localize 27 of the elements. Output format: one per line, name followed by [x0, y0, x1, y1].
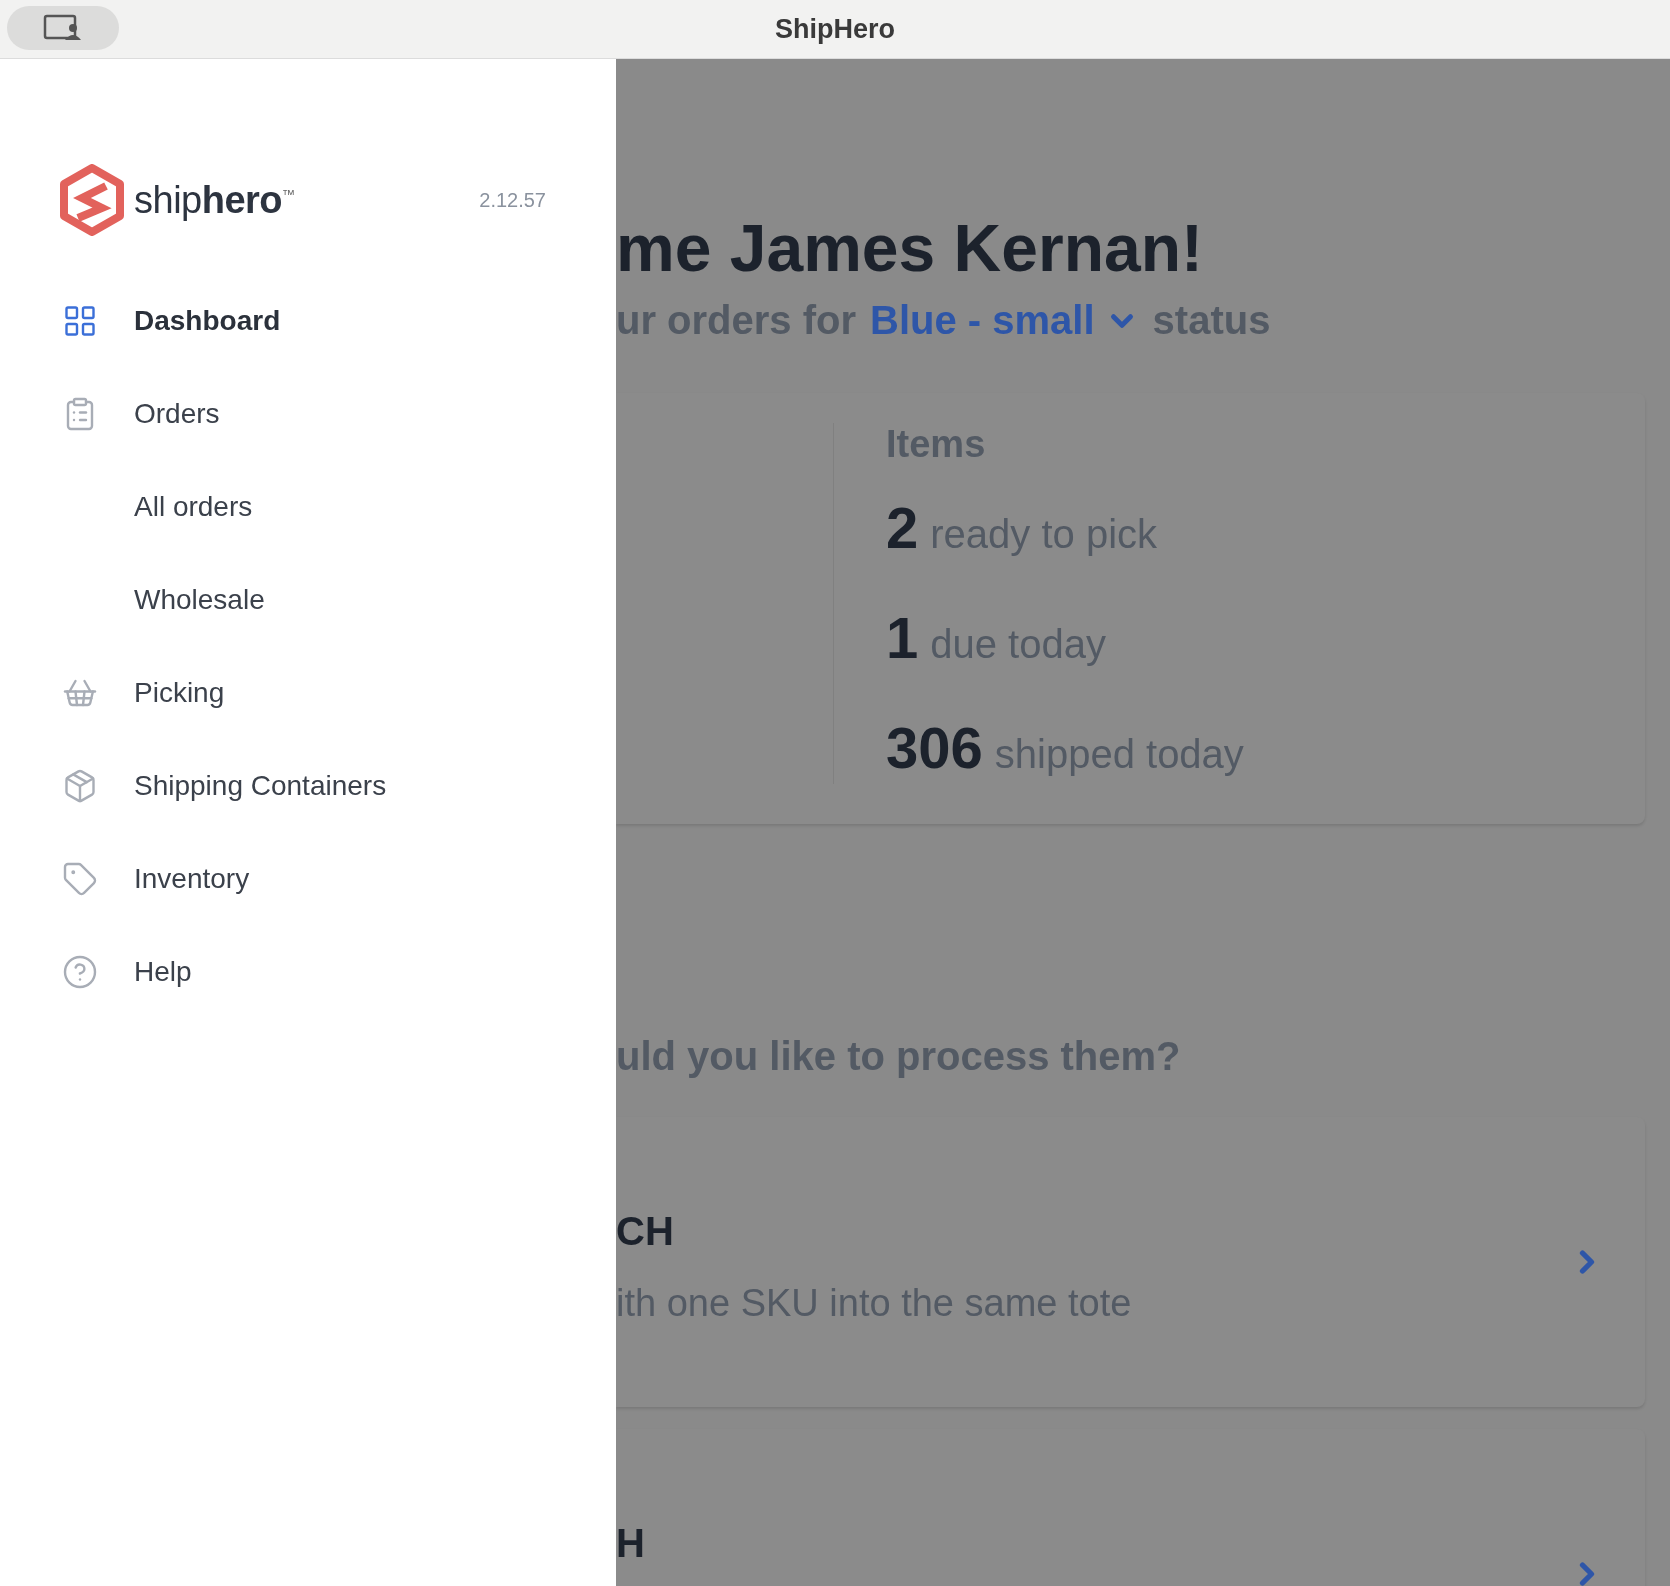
stat-label: due today	[930, 622, 1106, 668]
stat-count: 306	[886, 714, 983, 782]
sidebar-subitem[interactable]: All orders	[134, 490, 253, 523]
version-label: 2.12.57	[479, 188, 546, 212]
process-option-card[interactable]: CH ith one SKU into the same tote	[616, 1117, 1645, 1408]
sidebar-item[interactable]: Help	[134, 955, 192, 988]
stat-count: 2	[886, 494, 919, 562]
sidebar-item[interactable]: Dashboard	[134, 304, 281, 337]
stat-label: ready to pick	[930, 512, 1158, 558]
process-option-card[interactable]: H	[616, 1429, 1645, 1586]
stat-count: 1	[886, 604, 919, 672]
option-description: ith one SKU into the same tote	[616, 1282, 1133, 1326]
sidebar-item[interactable]: Inventory	[134, 862, 250, 895]
stat-label: shipped today	[994, 732, 1244, 778]
window-title: ShipHero	[775, 13, 895, 45]
sidebar-item[interactable]: Picking	[134, 676, 225, 709]
stats-title: Items	[886, 423, 987, 467]
logo-wordmark: shiphero$^{™}$	[134, 178, 295, 222]
sidebar-item[interactable]: Shipping Containers	[134, 769, 387, 802]
sidebar-toggle-button[interactable]	[7, 6, 119, 50]
welcome-heading: me James Kernan!	[616, 210, 1204, 287]
hexagon-logo-icon	[60, 164, 124, 236]
window-person-icon	[43, 14, 83, 42]
option-title: H	[616, 1521, 646, 1567]
sidebar-item[interactable]: Orders	[134, 397, 220, 430]
sidebar-subitem[interactable]: Wholesale	[134, 583, 265, 616]
option-title: CH	[616, 1209, 675, 1255]
